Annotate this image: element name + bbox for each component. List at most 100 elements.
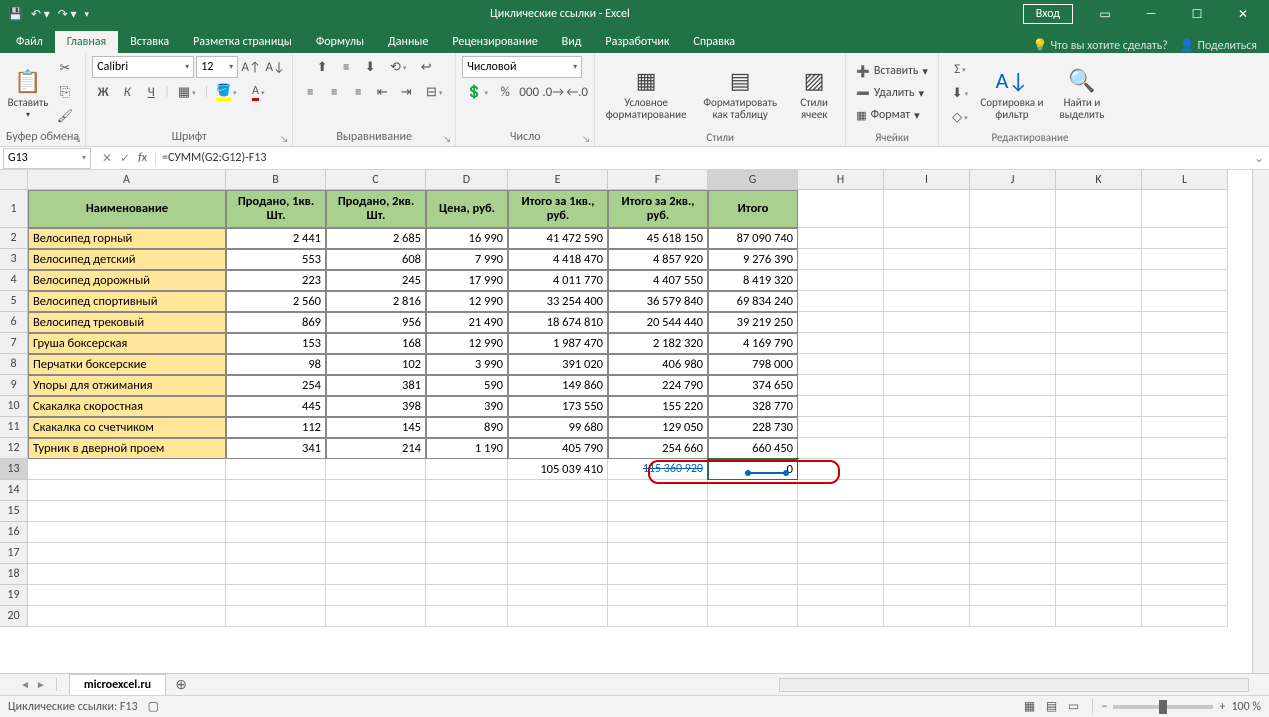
cell[interactable]: 2 816 [326, 291, 426, 312]
cell[interactable]: 21 490 [426, 312, 508, 333]
cell[interactable] [970, 501, 1056, 522]
cell[interactable] [884, 501, 970, 522]
cell[interactable]: 2 685 [326, 228, 426, 249]
zoom-in-icon[interactable]: + [1219, 700, 1225, 714]
cell[interactable]: 33 254 400 [508, 291, 608, 312]
sheet-tab[interactable]: microexcel.ru [69, 674, 166, 695]
autosum-icon[interactable]: Σ [945, 58, 975, 80]
cell[interactable] [884, 375, 970, 396]
cell[interactable] [798, 564, 884, 585]
cell[interactable] [970, 354, 1056, 375]
cell[interactable] [884, 522, 970, 543]
delete-cells-button[interactable]: ➖ Удалить ▾ [852, 83, 932, 103]
cell[interactable] [1142, 543, 1228, 564]
find-select-button[interactable]: 🔍Найти и выделить [1049, 60, 1115, 126]
cell[interactable] [1056, 501, 1142, 522]
tab-file[interactable]: Файл [4, 31, 55, 53]
row-header-8[interactable]: 8 [0, 354, 28, 375]
tab-review[interactable]: Рецензирование [440, 31, 549, 53]
cell[interactable] [1142, 417, 1228, 438]
cell[interactable]: 4 407 550 [608, 270, 708, 291]
cell[interactable] [326, 522, 426, 543]
minimize-icon[interactable]: — [1129, 0, 1173, 28]
font-color-icon[interactable]: A [243, 81, 273, 103]
maximize-icon[interactable]: ☐ [1175, 0, 1219, 28]
cell[interactable] [798, 501, 884, 522]
cell[interactable] [508, 501, 608, 522]
number-launcher-icon[interactable]: ↘ [582, 134, 590, 145]
font-size-combo[interactable]: 12▾ [196, 56, 238, 78]
cell[interactable] [426, 606, 508, 627]
zoom-level[interactable]: 100 % [1231, 700, 1261, 714]
cell[interactable] [970, 228, 1056, 249]
table-header[interactable]: Наименование [28, 190, 226, 228]
cell[interactable]: Груша боксерская [28, 333, 226, 354]
cell[interactable]: 254 [226, 375, 326, 396]
cell[interactable] [970, 333, 1056, 354]
cell[interactable] [798, 190, 884, 228]
worksheet-grid[interactable]: ABCDEFGHIJKL1НаименованиеПродано, 1кв. Ш… [0, 170, 1252, 673]
cell[interactable] [1142, 606, 1228, 627]
macro-record-icon[interactable]: ▢ [148, 699, 159, 714]
cell[interactable]: Велосипед трековый [28, 312, 226, 333]
cell[interactable]: 445 [226, 396, 326, 417]
cell[interactable]: 660 450 [708, 438, 798, 459]
format-table-button[interactable]: ▤Форматировать как таблицу [695, 60, 785, 126]
cell[interactable]: 173 550 [508, 396, 608, 417]
cell[interactable] [884, 459, 970, 480]
cell[interactable]: 224 790 [608, 375, 708, 396]
cell[interactable]: 956 [326, 312, 426, 333]
cell[interactable] [884, 270, 970, 291]
cell[interactable] [226, 459, 326, 480]
col-header-H[interactable]: H [798, 170, 884, 190]
cell[interactable] [28, 564, 226, 585]
cell[interactable] [1056, 249, 1142, 270]
cell[interactable] [608, 564, 708, 585]
tab-help[interactable]: Справка [681, 31, 747, 53]
cell[interactable]: 391 020 [508, 354, 608, 375]
cell[interactable] [798, 396, 884, 417]
cell[interactable]: 398 [326, 396, 426, 417]
col-header-A[interactable]: A [28, 170, 226, 190]
cell[interactable] [798, 543, 884, 564]
row-header-6[interactable]: 6 [0, 312, 28, 333]
redo-icon[interactable]: ↷ ▾ [58, 7, 77, 22]
cell[interactable]: 590 [426, 375, 508, 396]
cell[interactable] [798, 228, 884, 249]
table-header[interactable]: Итого [708, 190, 798, 228]
cell[interactable] [28, 606, 226, 627]
cell[interactable]: 228 730 [708, 417, 798, 438]
col-header-K[interactable]: K [1056, 170, 1142, 190]
grow-font-icon[interactable]: A↑ [240, 56, 262, 78]
cell[interactable]: 214 [326, 438, 426, 459]
cell[interactable] [508, 606, 608, 627]
cell[interactable] [326, 606, 426, 627]
cell[interactable] [1142, 312, 1228, 333]
close-icon[interactable]: ✕ [1221, 0, 1265, 28]
cell[interactable] [1142, 564, 1228, 585]
cell[interactable] [970, 480, 1056, 501]
cell-styles-button[interactable]: ▨Стили ячеек [789, 60, 839, 126]
cell[interactable]: 328 770 [708, 396, 798, 417]
cell[interactable] [1142, 249, 1228, 270]
expand-formula-bar-icon[interactable]: ⌄ [1249, 151, 1269, 166]
page-layout-view-icon[interactable]: ▤ [1040, 699, 1062, 714]
cell[interactable] [708, 543, 798, 564]
cell[interactable] [326, 543, 426, 564]
cell[interactable]: 9 276 390 [708, 249, 798, 270]
cell[interactable] [884, 354, 970, 375]
row-header-12[interactable]: 12 [0, 438, 28, 459]
table-header[interactable]: Цена, руб. [426, 190, 508, 228]
cell[interactable] [326, 459, 426, 480]
cell[interactable] [798, 291, 884, 312]
cell[interactable]: 2 560 [226, 291, 326, 312]
row-header-14[interactable]: 14 [0, 480, 28, 501]
cell[interactable]: Велосипед детский [28, 249, 226, 270]
row-header-3[interactable]: 3 [0, 249, 28, 270]
cell[interactable]: 245 [326, 270, 426, 291]
col-header-G[interactable]: G [708, 170, 798, 190]
cell[interactable] [884, 543, 970, 564]
fill-icon[interactable]: ⬇ [945, 82, 975, 104]
cell[interactable]: 2 441 [226, 228, 326, 249]
cell[interactable] [884, 228, 970, 249]
